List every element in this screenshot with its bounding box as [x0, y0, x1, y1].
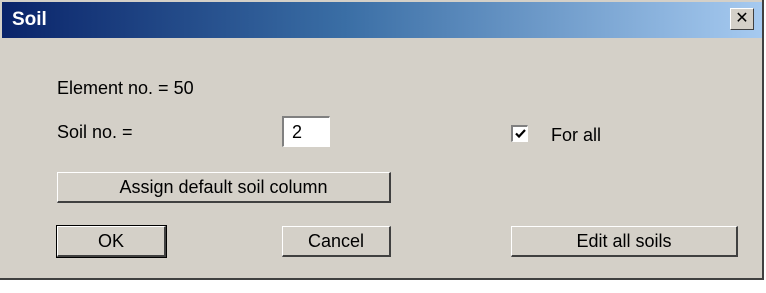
for-all-label: For all [551, 125, 602, 145]
cancel-button-label: Cancel [307, 230, 365, 251]
soil-number-input[interactable] [282, 116, 330, 147]
edit-all-soils-button-label: Edit all soils [576, 230, 672, 251]
ok-button-label: OK [97, 230, 124, 251]
for-all-checkbox[interactable] [511, 125, 528, 142]
window-title: Soil [12, 9, 47, 30]
soil-number-label: Soil no. = [57, 122, 133, 142]
element-number-label: Element no. = 50 [57, 78, 194, 98]
close-icon: ✕ [735, 10, 749, 27]
cancel-button[interactable]: Cancel [282, 226, 391, 257]
edit-all-soils-button[interactable]: Edit all soils [511, 226, 738, 257]
title-bar[interactable]: Soil ✕ [2, 2, 762, 38]
soil-dialog: Soil ✕ Element no. = 50 Soil no. = For a… [0, 0, 764, 280]
close-button[interactable]: ✕ [730, 8, 754, 30]
checkmark-icon [514, 129, 526, 139]
assign-default-soil-column-button[interactable]: Assign default soil column [57, 172, 391, 203]
assign-button-label: Assign default soil column [119, 176, 328, 197]
ok-button[interactable]: OK [56, 225, 167, 258]
